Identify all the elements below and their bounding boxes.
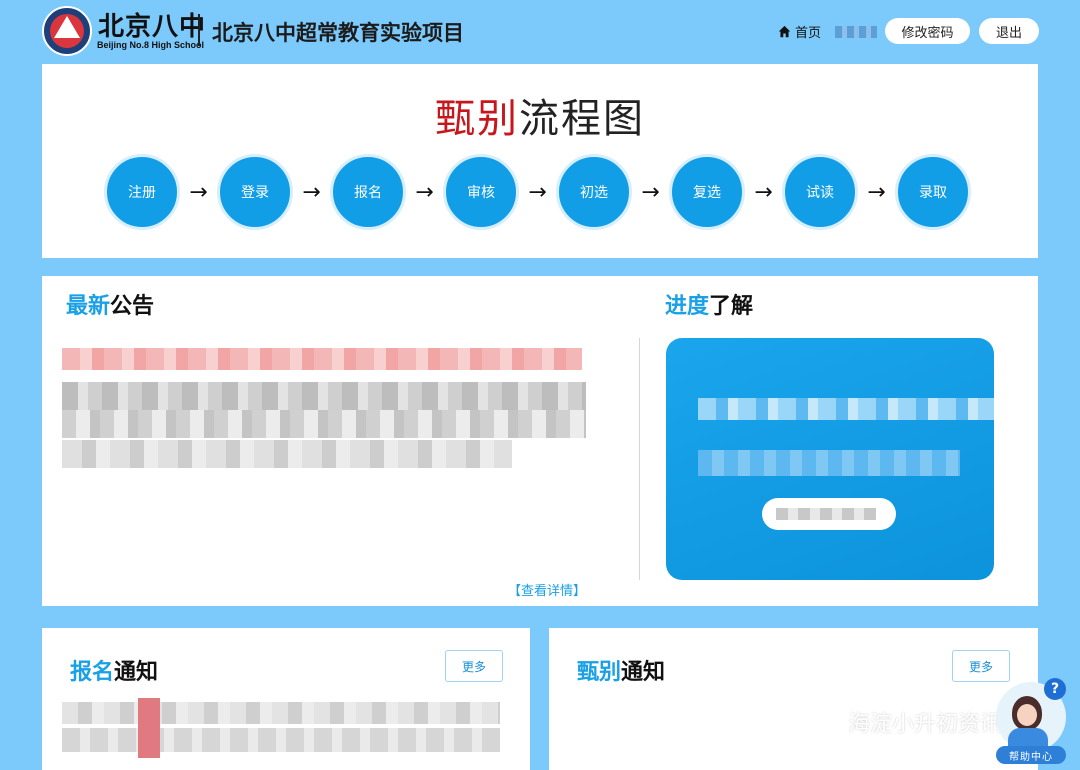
header-divider [198, 14, 200, 46]
help-center-widget[interactable]: ? 帮助中心 [990, 678, 1074, 768]
registration-notice-panel: 报名通知 更多 [42, 628, 530, 770]
flow-steps: 注册 → 登录 → 报名 → 审核 → 初选 → 复选 → 试读 → 录取 [104, 154, 971, 230]
watermark: 海淀小升初资讯 [806, 706, 1002, 738]
flow-step-preliminary: 初选 [556, 154, 632, 230]
registration-more-button[interactable]: 更多 [445, 650, 503, 682]
flow-step-register: 注册 [104, 154, 180, 230]
arrow-right-icon: → [415, 179, 434, 205]
selection-notice-heading: 甄别通知 [577, 654, 665, 686]
flow-title-red: 甄别 [435, 96, 519, 142]
question-icon: ? [1044, 678, 1066, 700]
flow-step-second-round: 复选 [669, 154, 745, 230]
selection-notice-panel: 甄别通知 更多 [549, 628, 1038, 770]
notice-body-redacted [62, 440, 512, 468]
progress-heading-blue: 进度 [665, 294, 710, 319]
username-redacted [835, 26, 877, 38]
notice-headline-redacted[interactable] [62, 348, 582, 370]
home-icon [778, 25, 791, 38]
registration-notice-heading: 报名通知 [70, 654, 158, 686]
notice-body-redacted [62, 410, 586, 438]
latest-notice-heading-rest: 公告 [110, 294, 155, 319]
selection-heading-blue: 甄别 [577, 660, 622, 685]
help-center-label: 帮助中心 [996, 746, 1066, 764]
site-title: 北京八中超常教育实验项目 [212, 21, 464, 45]
nav-home-label: 首页 [795, 26, 822, 41]
progress-text-redacted [698, 450, 960, 476]
section-divider [639, 338, 640, 580]
progress-heading: 进度了解 [665, 288, 753, 320]
registration-heading-rest: 通知 [114, 660, 159, 685]
arrow-right-icon: → [302, 179, 321, 205]
logout-button[interactable]: 退出 [979, 18, 1039, 44]
logo-triangle [54, 16, 80, 38]
notice-body-redacted [62, 382, 586, 410]
progress-heading-rest: 了解 [709, 294, 754, 319]
arrow-right-icon: → [641, 179, 660, 205]
flow-panel: 甄别流程图 注册 → 登录 → 报名 → 审核 → 初选 → 复选 → 试读 →… [42, 64, 1038, 258]
header: 北京八中 Beijing No.8 High School 北京八中超常教育实验… [0, 0, 1080, 62]
arrow-right-icon: → [189, 179, 208, 205]
help-avatar-face [1017, 704, 1037, 726]
flow-step-admission: 录取 [895, 154, 971, 230]
flow-step-login: 登录 [217, 154, 293, 230]
flow-step-signup: 报名 [330, 154, 406, 230]
watermark-text: 海淀小升初资讯 [848, 712, 1003, 737]
school-logo[interactable] [42, 6, 92, 56]
progress-query-button[interactable] [762, 498, 896, 530]
arrow-right-icon: → [867, 179, 886, 205]
view-details-link[interactable]: 【查看详情】 [508, 580, 586, 599]
logo-english-name: Beijing No.8 High School [97, 40, 205, 50]
registration-heading-blue: 报名 [70, 660, 115, 685]
flow-step-review: 审核 [443, 154, 519, 230]
latest-notice-heading-blue: 最新 [66, 294, 111, 319]
logo-chinese-name: 北京八中 [98, 12, 207, 42]
flow-step-trial: 试读 [782, 154, 858, 230]
latest-notice-heading: 最新公告 [66, 288, 154, 320]
wechat-icon [806, 709, 840, 734]
registration-item-redacted[interactable] [62, 702, 500, 724]
nav-home-link[interactable]: 首页 [778, 22, 821, 41]
notice-progress-panel: 最新公告 【查看详情】 进度了解 [42, 276, 1038, 606]
flow-title: 甄别流程图 [42, 86, 1038, 144]
arrow-right-icon: → [528, 179, 547, 205]
registration-item-redacted[interactable] [62, 728, 500, 752]
arrow-right-icon: → [754, 179, 773, 205]
change-password-button[interactable]: 修改密码 [885, 18, 970, 44]
progress-text-redacted [698, 398, 994, 420]
flow-title-rest: 流程图 [519, 96, 645, 142]
registration-marker-redacted [138, 698, 160, 758]
progress-button-label-redacted [776, 508, 876, 520]
progress-card [666, 338, 994, 580]
selection-heading-rest: 通知 [621, 660, 666, 685]
